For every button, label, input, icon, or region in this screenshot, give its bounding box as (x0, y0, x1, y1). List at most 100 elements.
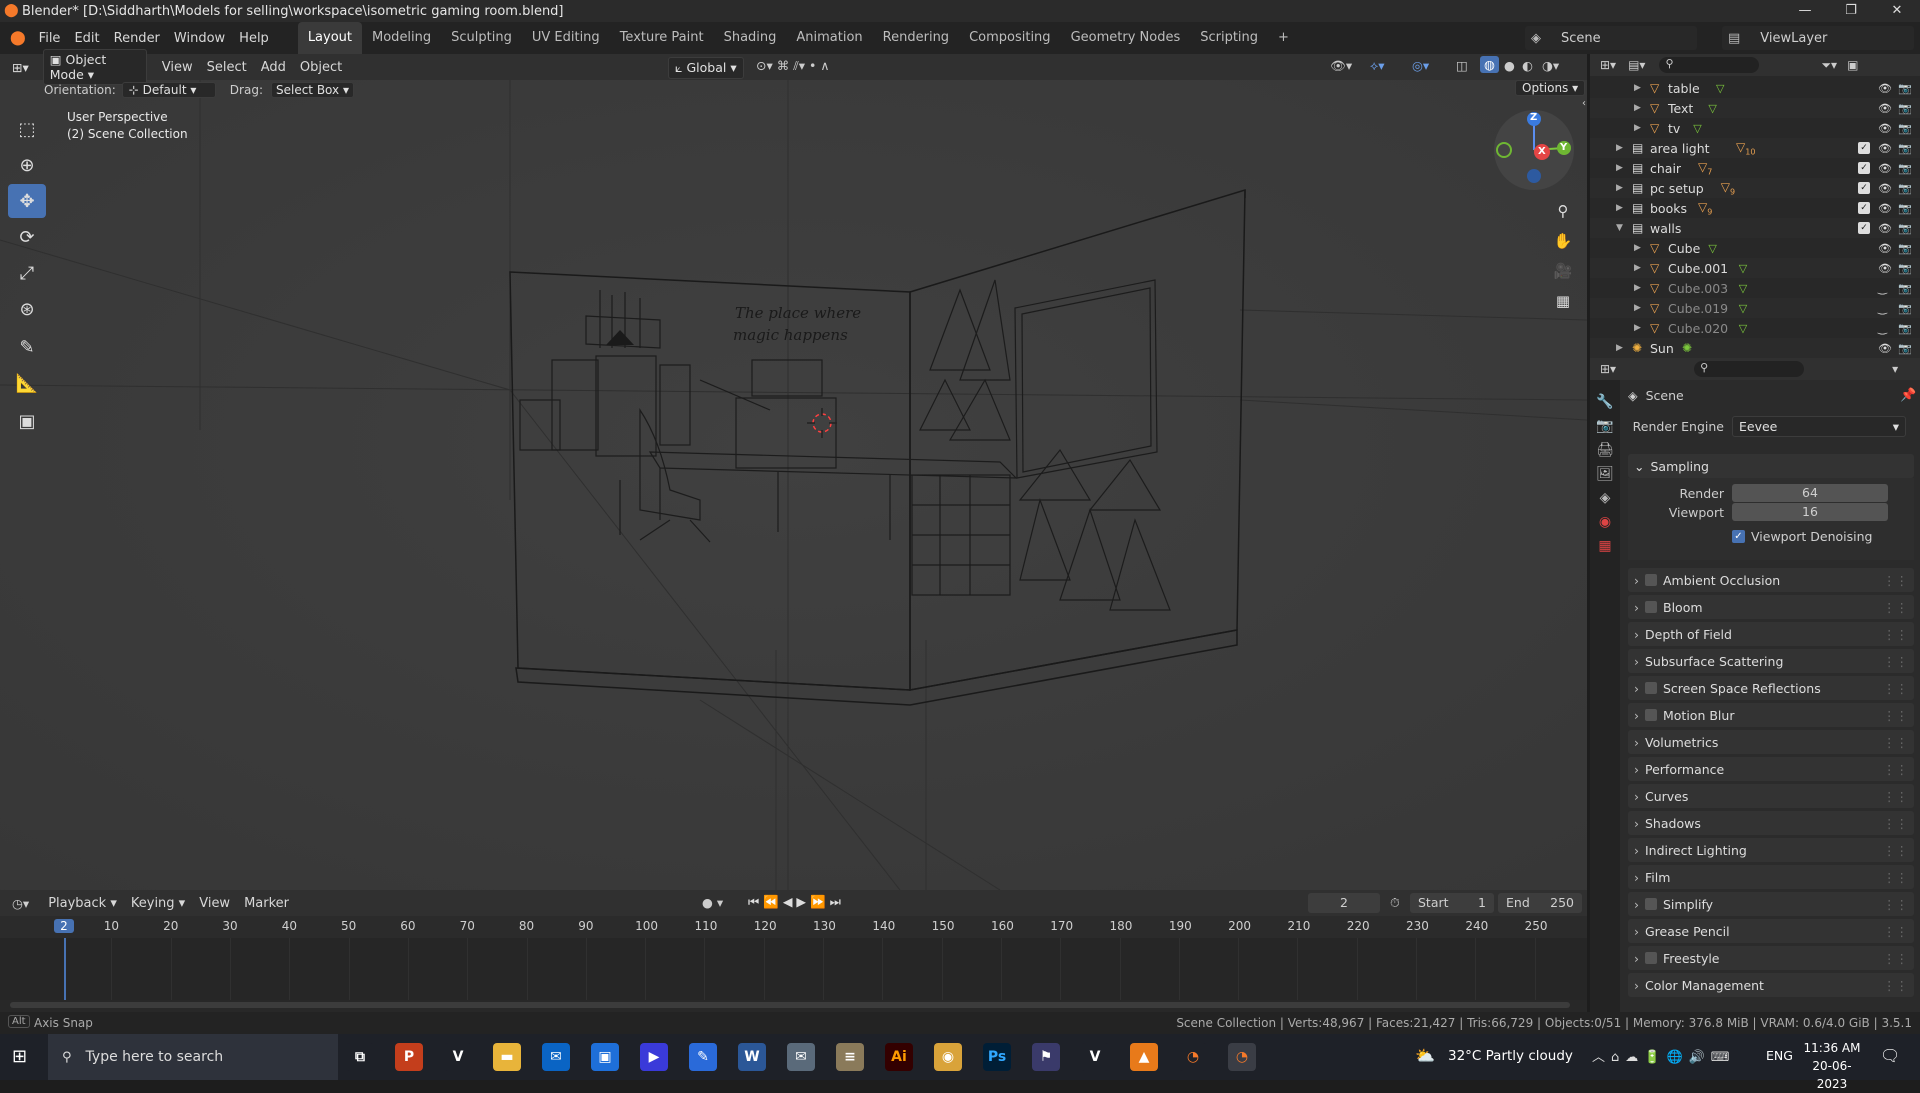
drag-handle-icon[interactable]: ⋮⋮ (1883, 762, 1908, 777)
drag-handle-icon[interactable]: ⋮⋮ (1883, 600, 1908, 615)
tab-modeling[interactable]: Modeling (362, 22, 441, 54)
camera-render-icon[interactable]: 📷 (1898, 182, 1912, 195)
mesh-data-icon[interactable]: ▽ (1739, 322, 1747, 335)
timeline-track-area[interactable] (0, 938, 1587, 1000)
task-view-taskbar-icon[interactable]: ⧉ (346, 1043, 374, 1071)
scale-tool-icon[interactable]: ⤢ (8, 256, 46, 290)
panel-header[interactable]: › Freestyle ⋮⋮ (1628, 946, 1914, 970)
outliner-row[interactable]: ▶ ▽ Cube.019 ▽ ‿ 📷 (1590, 298, 1920, 318)
drag-dropdown[interactable]: Select Box ▾ (270, 82, 354, 98)
playhead[interactable] (64, 938, 66, 1000)
outliner-row[interactable]: ▶ ✺ Sun ✺ 👁 📷 (1590, 338, 1920, 358)
eye-icon[interactable]: 👁 (1878, 142, 1892, 155)
eye-icon[interactable]: 👁 (1878, 122, 1892, 135)
timeline-menu-marker[interactable]: Marker (237, 896, 296, 911)
clock[interactable]: 11:36 AM 20-06-2023 (1800, 1039, 1864, 1093)
options-dropdown[interactable]: Options ▾ (1515, 80, 1586, 96)
outlook-taskbar-icon[interactable]: ✉ (542, 1043, 570, 1071)
panel-enable-checkbox[interactable] (1645, 574, 1657, 586)
panel-header[interactable]: › Simplify ⋮⋮ (1628, 892, 1914, 916)
move-tool-icon[interactable]: ✥ (8, 184, 46, 218)
pan-hand-icon[interactable]: ✋ (1548, 226, 1578, 256)
drag-handle-icon[interactable]: ⋮⋮ (1883, 843, 1908, 858)
camera-render-icon[interactable]: 📷 (1898, 202, 1912, 215)
panel-header[interactable]: › Curves ⋮⋮ (1628, 784, 1914, 808)
weather-icon[interactable]: ⛅ (1415, 1046, 1435, 1065)
tab-texture-paint[interactable]: Texture Paint (610, 22, 714, 54)
viewport-menu-select[interactable]: Select (200, 60, 254, 75)
outliner-search-input[interactable]: ⚲ (1659, 57, 1760, 73)
wireframe-shading-icon[interactable]: ◍ (1480, 56, 1499, 73)
add-workspace-button[interactable]: + (1268, 22, 1299, 54)
menu-edit[interactable]: Edit (67, 31, 106, 46)
weather-text[interactable]: 32°C Partly cloudy (1448, 1048, 1573, 1064)
panel-enable-checkbox[interactable] (1645, 898, 1657, 910)
panel-header[interactable]: › Ambient Occlusion ⋮⋮ (1628, 568, 1914, 592)
solid-shading-icon[interactable]: ● (1504, 58, 1515, 73)
exclude-checkbox[interactable]: ✓ (1858, 182, 1870, 194)
sampling-viewport-field[interactable]: 16 (1732, 503, 1888, 521)
camera-render-icon[interactable]: 📷 (1898, 282, 1912, 295)
editor-taskbar-icon[interactable]: ✎ (689, 1043, 717, 1071)
select-box-tool-icon[interactable]: ⬚ (8, 112, 46, 146)
eye-icon[interactable]: 👁 (1878, 182, 1892, 195)
camera-render-icon[interactable]: 📷 (1898, 142, 1912, 155)
measure-tool-icon[interactable]: 📐 (8, 366, 46, 400)
visibility-icon[interactable]: 👁▾ (1330, 58, 1352, 74)
panel-header[interactable]: › Depth of Field ⋮⋮ (1628, 622, 1914, 646)
tab-geometry-nodes[interactable]: Geometry Nodes (1061, 22, 1191, 54)
chevron-right-icon[interactable]: ▶ (1616, 143, 1623, 153)
filter-icon[interactable]: ⏷▾ (1821, 58, 1837, 73)
new-collection-icon[interactable]: ▣ (1847, 58, 1858, 72)
panel-header[interactable]: › Motion Blur ⋮⋮ (1628, 703, 1914, 727)
camera-render-icon[interactable]: 📷 (1898, 162, 1912, 175)
chevron-right-icon[interactable]: ▶ (1634, 283, 1641, 293)
camera-render-icon[interactable]: 📷 (1898, 322, 1912, 335)
outliner-type-icon[interactable]: ⊞▾ (1600, 58, 1616, 72)
pivot-icon[interactable]: ⊙▾ ⌘ ⫽▾ • ∧ (756, 58, 830, 74)
timeline-menu-playback[interactable]: Playback ▾ (41, 896, 124, 911)
transform-orientation-dropdown[interactable]: ⟀ Global ▾ (668, 57, 744, 79)
display-mode-icon[interactable]: ▤▾ (1628, 58, 1645, 72)
photoshop-taskbar-icon[interactable]: Ps (983, 1043, 1011, 1071)
chevron-right-icon[interactable]: ▶ (1634, 303, 1641, 313)
frame-ruler[interactable]: 2 10 20 30 40 50 60 70 80 90 100 110 120 130 140 150 160… (0, 916, 1587, 938)
mesh-data-icon[interactable]: ▽ (1739, 302, 1747, 315)
transform-tool-icon[interactable]: ⊛ (8, 292, 46, 326)
vlc-taskbar-icon[interactable]: ▲ (1130, 1043, 1158, 1071)
eye-icon[interactable]: 👁 (1878, 202, 1892, 215)
eye-icon[interactable]: 👁 (1878, 82, 1892, 95)
camera-view-icon[interactable]: 🎥 (1548, 256, 1578, 286)
viewport-denoising-checkbox[interactable]: ✓ (1732, 530, 1745, 543)
eye-icon[interactable]: 👁 (1878, 222, 1892, 235)
drag-handle-icon[interactable]: ⋮⋮ (1883, 708, 1908, 723)
drag-handle-icon[interactable]: ⋮⋮ (1883, 816, 1908, 831)
timeline-editor-icon[interactable]: ◷▾ (12, 896, 29, 911)
tab-animation[interactable]: Animation (786, 22, 872, 54)
camera-render-icon[interactable]: 📷 (1898, 262, 1912, 275)
properties-search-input[interactable]: ⚲ (1694, 361, 1805, 377)
scene-name[interactable]: Scene (1561, 31, 1601, 46)
orientation-dropdown[interactable]: ⊹ Default ▾ (121, 82, 216, 98)
tab-rendering[interactable]: Rendering (873, 22, 959, 54)
minimize-button[interactable]: — (1782, 0, 1828, 22)
record-icon[interactable]: ● ▾ (702, 895, 723, 910)
drag-handle-icon[interactable]: ⋮⋮ (1883, 627, 1908, 642)
chevron-right-icon[interactable]: ▶ (1616, 203, 1623, 213)
scene-props-icon[interactable]: ◈ (1590, 486, 1620, 510)
word-taskbar-icon[interactable]: W (738, 1043, 766, 1071)
overlay-toggle-icon[interactable]: ◎▾ (1412, 58, 1429, 73)
taskbar-search[interactable]: ⚲ Type here to search (48, 1034, 338, 1080)
exclude-checkbox[interactable]: ✓ (1858, 222, 1870, 234)
material-shading-icon[interactable]: ◐ (1522, 58, 1533, 73)
ortho-grid-icon[interactable]: ▦ (1548, 286, 1578, 316)
3d-viewport[interactable]: The place where magic happens User Persp… (0, 80, 1587, 890)
cursor-tool-icon[interactable]: ⊕ (8, 148, 46, 182)
menu-help[interactable]: Help (232, 31, 276, 46)
vs2-taskbar-icon[interactable]: V (1081, 1043, 1109, 1071)
drag-handle-icon[interactable]: ⋮⋮ (1883, 951, 1908, 966)
panel-enable-checkbox[interactable] (1645, 682, 1657, 694)
tab-uv-editing[interactable]: UV Editing (522, 22, 610, 54)
tool-props-icon[interactable]: 🔧 (1590, 390, 1620, 414)
chrome-taskbar-icon[interactable]: ◉ (934, 1043, 962, 1071)
